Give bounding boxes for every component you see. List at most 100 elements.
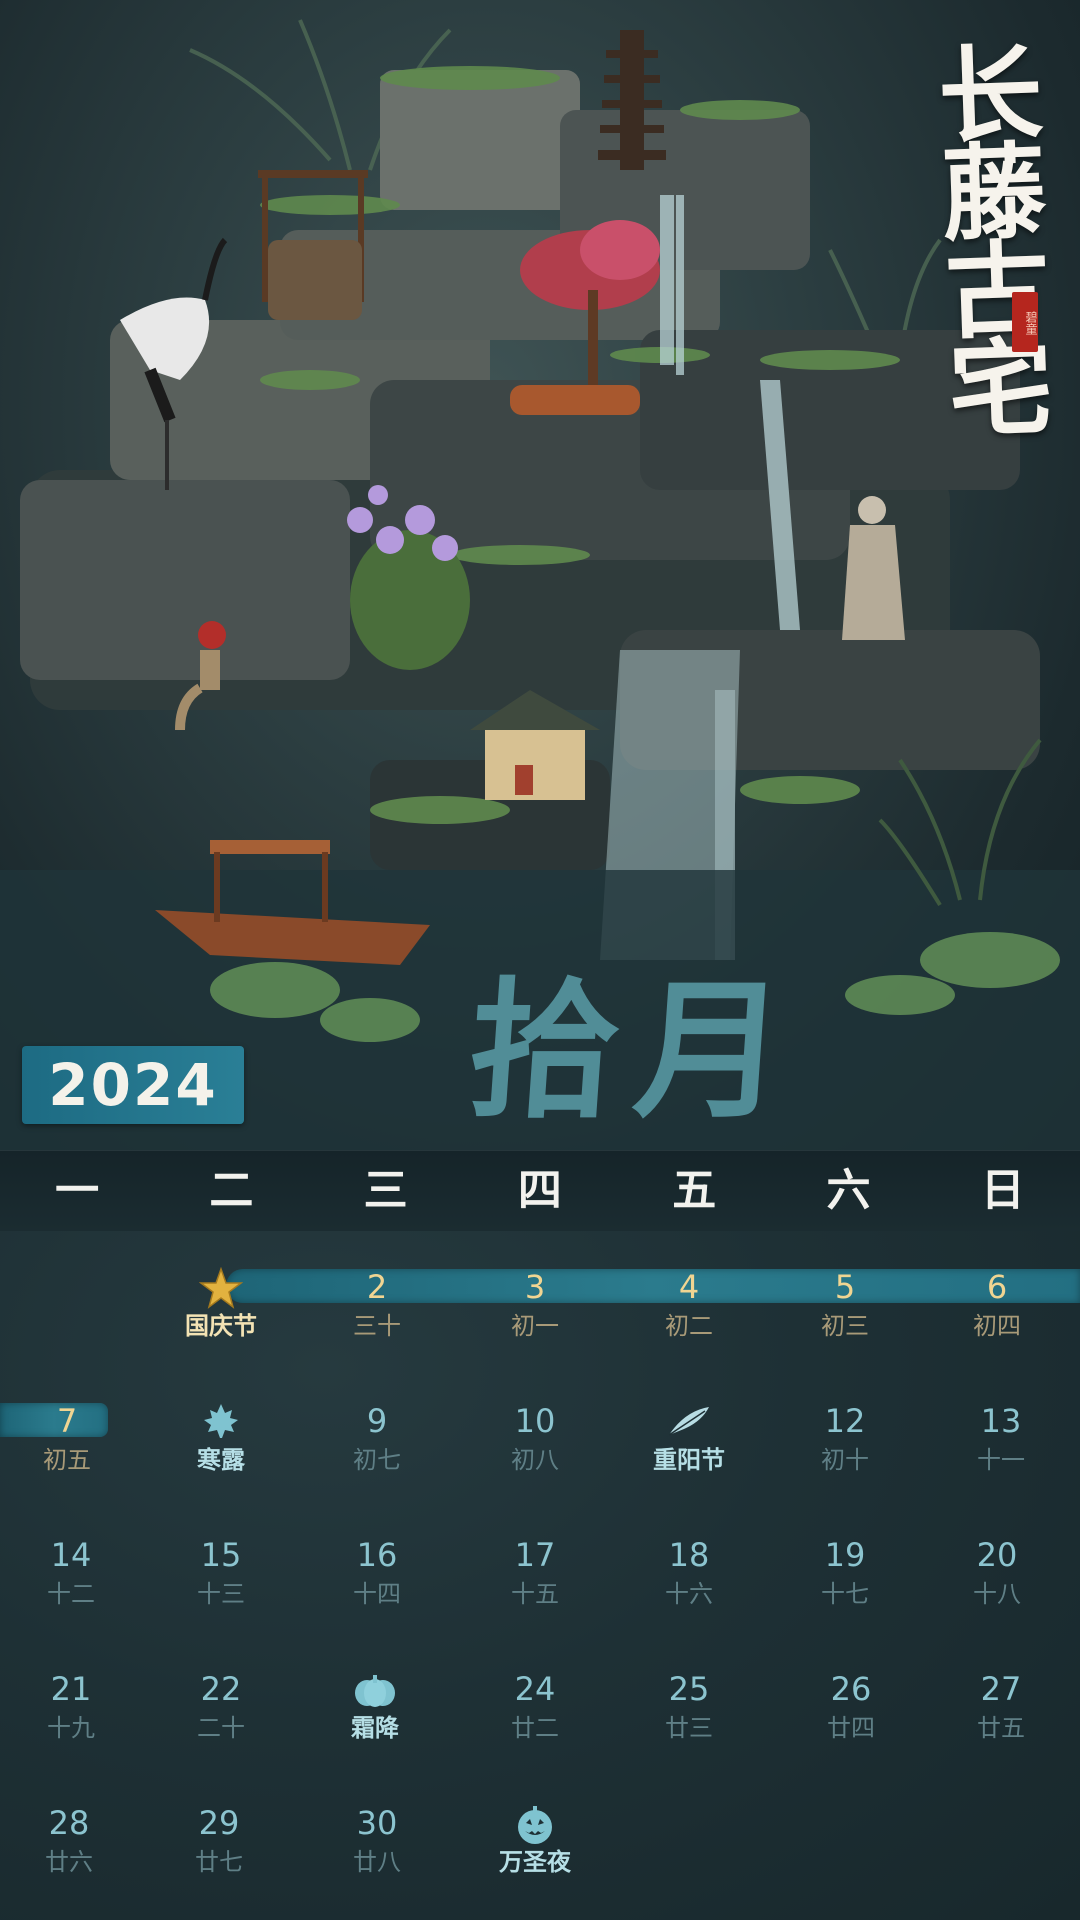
calendar-day-8[interactable]: 寒露 [144,1399,298,1489]
day-number: 5 [834,1268,856,1306]
day-number: 24 [514,1670,556,1708]
calendar-day[interactable]: 4 初二 [612,1265,766,1355]
year-label: 2024 [48,1051,218,1119]
weekday-sun: 日 [980,1165,1025,1216]
year-badge: 2024 [22,1046,244,1124]
feather-icon [612,1399,766,1443]
day-number: 28 [48,1804,90,1842]
calendar-day[interactable]: 22 二十 [144,1667,298,1757]
day-number: 22 [200,1670,242,1708]
lunar-date: 十二 [47,1580,95,1608]
calendar-day[interactable]: 10 初八 [458,1399,612,1489]
calendar-day[interactable]: 9 初七 [300,1399,454,1489]
calendar-day[interactable]: 12 初十 [768,1399,922,1489]
solar-term-label: 寒露 [197,1446,245,1474]
calendar-day[interactable]: 2 三十 [300,1265,454,1355]
lunar-date: 初七 [353,1446,401,1474]
lunar-date: 廿八 [353,1848,401,1876]
solar-term-label: 霜降 [351,1714,399,1742]
weekday-mon: 一 [55,1165,100,1216]
calendar-day[interactable]: 20 十八 [920,1533,1074,1623]
day-number: 26 [830,1670,872,1708]
brand-title: 长藤古宅 [918,37,1055,435]
lunar-date: 廿二 [511,1714,559,1742]
calendar-day[interactable]: 27 廿五 [924,1667,1078,1757]
lunar-date: 初十 [821,1446,869,1474]
calendar-day-31[interactable]: 万圣夜 [458,1801,612,1891]
lunar-date: 十三 [197,1580,245,1608]
weekday-thu: 四 [517,1165,562,1216]
lunar-date: 廿五 [977,1714,1025,1742]
calendar-day[interactable]: 7 初五 [0,1399,144,1489]
calendar-grid: 国庆节 2 三十 3 初一 4 初二 5 初三 6 初四 7 初五 寒露 9 初… [0,1231,1080,1920]
day-number: 3 [524,1268,546,1306]
lunar-date: 二十 [197,1714,245,1742]
day-number: 16 [356,1536,398,1574]
lunar-date: 十五 [511,1580,559,1608]
festival-label: 国庆节 [185,1312,257,1340]
calendar-day[interactable]: 24 廿二 [458,1667,612,1757]
calendar-day[interactable]: 30 廿八 [300,1801,454,1891]
day-number: 4 [678,1268,700,1306]
calendar-day[interactable]: 17 十五 [458,1533,612,1623]
lunar-date: 初二 [665,1312,713,1340]
calendar-day[interactable]: 19 十七 [768,1533,922,1623]
calendar-day-23[interactable]: 霜降 [298,1667,452,1757]
day-number: 27 [980,1670,1022,1708]
header-artwork: 长藤古宅 碧童 拾月 2024 [0,0,1080,1150]
lunar-date: 廿三 [665,1714,713,1742]
calendar-day[interactable]: 5 初三 [768,1265,922,1355]
lunar-date: 三十 [353,1312,401,1340]
calendar-day[interactable]: 15 十三 [144,1533,298,1623]
lunar-date: 十八 [973,1580,1021,1608]
weekday-wed: 三 [363,1165,408,1216]
day-number: 29 [198,1804,240,1842]
lunar-date: 廿六 [45,1848,93,1876]
calendar-day[interactable]: 29 廿七 [142,1801,296,1891]
calendar-day[interactable]: 16 十四 [300,1533,454,1623]
day-number: 18 [668,1536,710,1574]
calendar-day[interactable]: 21 十九 [0,1667,148,1757]
day-number: 21 [50,1670,92,1708]
lunar-date: 初五 [43,1446,91,1474]
day-number: 6 [986,1268,1008,1306]
calendar-day[interactable]: 6 初四 [920,1265,1074,1355]
lunar-date: 初八 [511,1446,559,1474]
day-number: 19 [824,1536,866,1574]
weekday-fri: 五 [672,1165,717,1216]
calendar-day[interactable]: 14 十二 [0,1533,148,1623]
calendar-day[interactable]: 26 廿四 [774,1667,928,1757]
day-number: 15 [200,1536,242,1574]
pumpkin-icon [298,1667,452,1711]
weekday-header: 一 二 三 四 五 六 日 [0,1150,1080,1232]
day-number: 14 [50,1536,92,1574]
jack-o-lantern-icon [458,1801,612,1845]
calendar-day[interactable]: 3 初一 [458,1265,612,1355]
calendar-day-1[interactable]: 国庆节 [144,1265,298,1355]
lunar-date: 廿七 [195,1848,243,1876]
lunar-date: 十一 [977,1446,1025,1474]
calendar-day[interactable]: 18 十六 [612,1533,766,1623]
calendar-day-11[interactable]: 重阳节 [612,1399,766,1489]
day-number: 20 [976,1536,1018,1574]
lunar-date: 十九 [47,1714,95,1742]
lunar-date: 初三 [821,1312,869,1340]
day-number: 9 [366,1402,388,1440]
calendar-day[interactable]: 25 廿三 [612,1667,766,1757]
maple-leaf-icon [144,1399,298,1443]
calendar-day[interactable]: 13 十一 [924,1399,1078,1489]
festival-label: 万圣夜 [499,1848,571,1876]
day-number: 10 [514,1402,556,1440]
day-number: 7 [56,1402,78,1440]
red-seal-stamp: 碧童 [1012,292,1038,352]
day-number: 2 [366,1268,388,1306]
day-number: 25 [668,1670,710,1708]
calendar-day[interactable]: 28 廿六 [0,1801,146,1891]
lunar-date: 廿四 [827,1714,875,1742]
lunar-date: 十四 [353,1580,401,1608]
lunar-date: 十七 [821,1580,869,1608]
lunar-date: 十六 [665,1580,713,1608]
month-title: 拾月 [462,963,808,1139]
weekday-sat: 六 [826,1165,871,1216]
festival-label: 重阳节 [653,1446,725,1474]
